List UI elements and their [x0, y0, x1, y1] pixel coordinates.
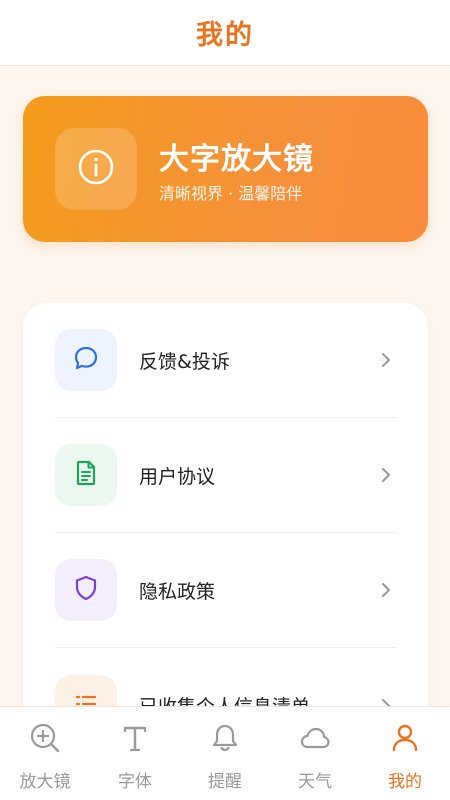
tab-label: 字体 [118, 772, 152, 792]
bell-icon [208, 721, 242, 759]
banner-icon-box [55, 128, 137, 210]
menu-item-label: 隐私政策 [139, 580, 216, 603]
shield-icon [71, 573, 101, 607]
top-bar: 我的 [0, 0, 450, 66]
chat-bubble-icon [71, 343, 101, 377]
settings-card: 反馈&投诉 用户协议 隐私政策 [23, 303, 428, 743]
user-icon [388, 721, 422, 759]
chevron-right-icon [376, 465, 396, 485]
tab-label: 我的 [388, 772, 422, 792]
tab-reminder[interactable]: 提醒 [180, 707, 270, 800]
tab-weather[interactable]: 天气 [270, 707, 360, 800]
menu-item-feedback[interactable]: 反馈&投诉 [55, 303, 396, 418]
menu-item-label: 用户协议 [139, 465, 216, 488]
tab-label: 提醒 [208, 772, 242, 792]
document-icon [71, 458, 101, 492]
font-icon [118, 721, 152, 759]
menu-item-user-agreement[interactable]: 用户协议 [55, 418, 396, 533]
bottom-tab-bar: 放大镜 字体 提醒 天气 我的 [0, 706, 450, 800]
banner-subtitle: 清晰视界 · 温馨陪伴 [159, 184, 303, 203]
tab-mine[interactable]: 我的 [360, 707, 450, 800]
menu-icon-box [55, 329, 117, 391]
tab-magnifier[interactable]: 放大镜 [0, 707, 90, 800]
tab-label: 天气 [298, 772, 332, 792]
menu-item-label: 反馈&投诉 [139, 350, 230, 373]
tab-label: 放大镜 [19, 772, 71, 792]
app-banner: 大字放大镜 清晰视界 · 温馨陪伴 [23, 96, 428, 242]
banner-title: 大字放大镜 [159, 142, 314, 177]
menu-icon-box [55, 559, 117, 621]
tab-font[interactable]: 字体 [90, 707, 180, 800]
page-title: 我的 [196, 20, 254, 51]
menu-icon-box [55, 444, 117, 506]
chevron-right-icon [376, 580, 396, 600]
menu-item-privacy-policy[interactable]: 隐私政策 [55, 533, 396, 648]
chevron-right-icon [376, 350, 396, 370]
info-icon [76, 147, 116, 191]
cloud-icon [298, 721, 332, 759]
zoom-in-icon [28, 721, 62, 759]
